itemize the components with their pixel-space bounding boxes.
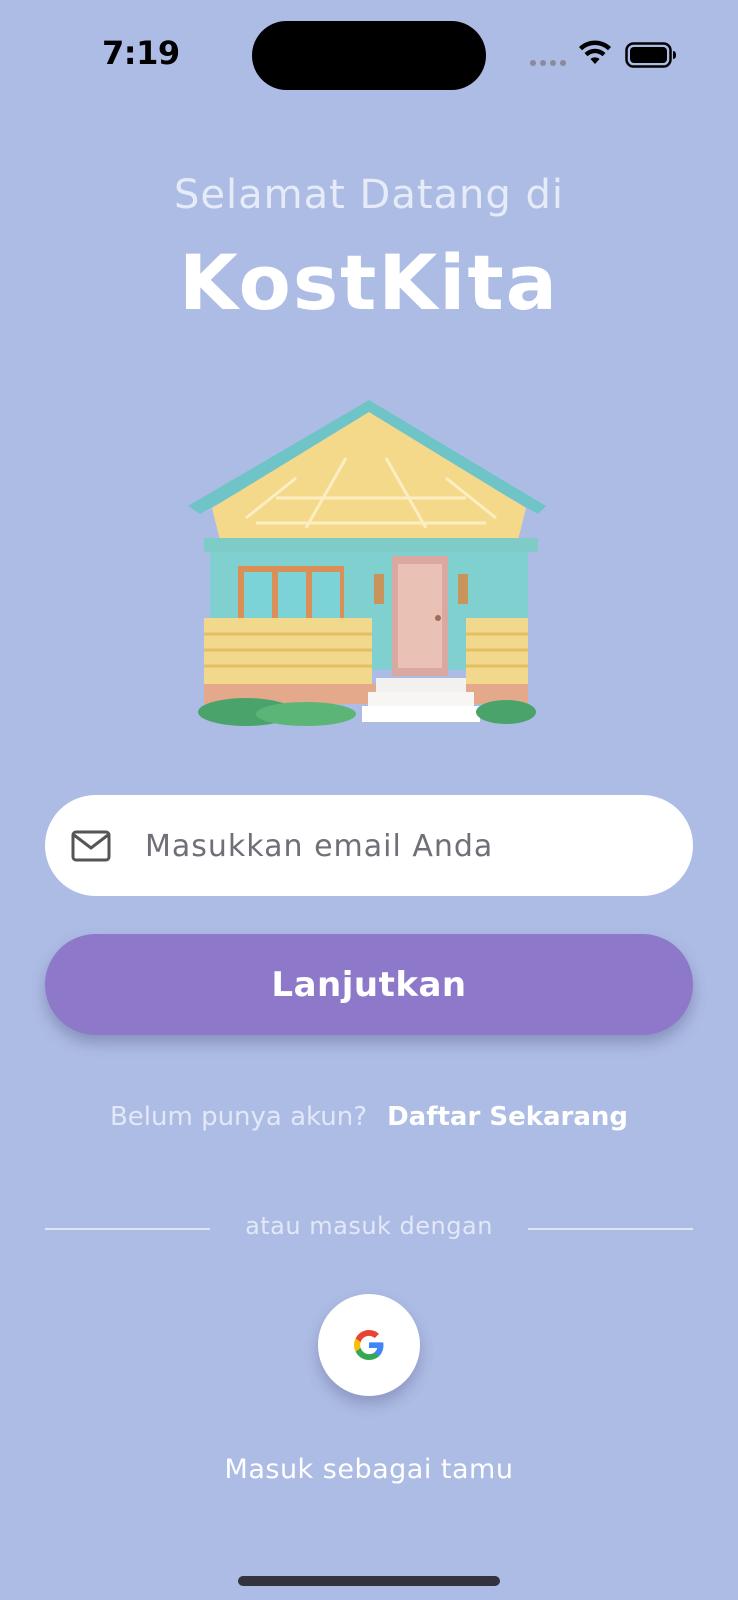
register-link[interactable]: Daftar Sekarang — [387, 1102, 628, 1132]
house-illustration — [188, 400, 546, 726]
divider-line-right — [528, 1228, 693, 1230]
google-signin-button[interactable] — [318, 1294, 420, 1396]
welcome-text: Selamat Datang di — [174, 172, 564, 218]
continue-button-label: Lanjutkan — [271, 964, 467, 1005]
login-screen: 7:19 Selamat Datang di KostKita Masukkan… — [0, 0, 738, 1600]
wifi-icon — [579, 40, 611, 64]
email-input[interactable] — [143, 795, 667, 898]
dynamic-island — [252, 21, 486, 90]
divider-text: atau masuk dengan — [245, 1212, 493, 1240]
continue-button[interactable]: Lanjutkan — [45, 934, 693, 1035]
status-time: 7:19 — [102, 34, 180, 72]
register-row: Belum punya akun? Daftar Sekarang — [0, 1102, 738, 1132]
divider-line-left — [45, 1228, 210, 1230]
google-icon — [354, 1330, 384, 1360]
home-indicator[interactable] — [238, 1576, 500, 1586]
guest-login-link[interactable]: Masuk sebagai tamu — [0, 1454, 738, 1485]
cellular-signal-icon — [530, 60, 566, 66]
mail-icon — [71, 830, 111, 862]
register-prompt: Belum punya akun? — [109, 1102, 368, 1132]
email-field[interactable] — [45, 795, 693, 898]
battery-icon — [625, 42, 676, 68]
app-title: KostKita — [179, 238, 559, 327]
